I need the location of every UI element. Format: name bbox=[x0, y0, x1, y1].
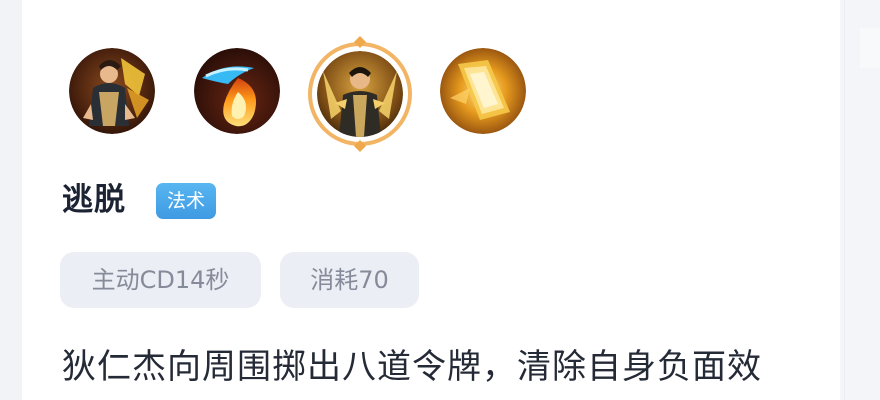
cost-tag: 消耗70 bbox=[280, 252, 419, 308]
skill-name: 逃脱 bbox=[62, 182, 126, 218]
skill-icon-row bbox=[0, 0, 880, 160]
skill-type-badge: 法术 bbox=[156, 183, 216, 219]
skill-detail-page: 逃脱 法术 主动CD14秒 消耗70 狄仁杰向周围掷出八道令牌，清除自身负面效 bbox=[0, 0, 880, 400]
cooldown-tag: 主动CD14秒 bbox=[60, 252, 261, 308]
skill-description: 狄仁杰向周围掷出八道令牌，清除自身负面效 bbox=[62, 347, 762, 387]
golden-token-burst-icon[interactable] bbox=[440, 48, 526, 134]
escape-skill-icon[interactable] bbox=[317, 51, 403, 137]
hero-portrait-icon[interactable] bbox=[69, 48, 155, 134]
flame-token-icon[interactable] bbox=[194, 48, 280, 134]
